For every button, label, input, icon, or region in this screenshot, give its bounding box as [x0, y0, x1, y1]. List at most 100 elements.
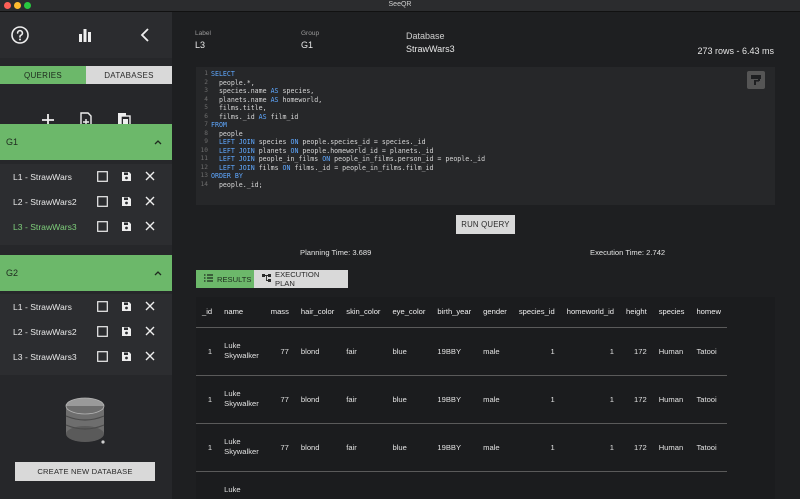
database-logo-icon	[64, 396, 108, 446]
save-icon[interactable]	[120, 325, 132, 337]
column-header[interactable]: mass	[264, 297, 295, 328]
table-row[interactable]: 1 Luke Skywalker 77 blond fair blue 19BBY male 1…	[196, 327, 727, 376]
save-icon[interactable]	[120, 220, 132, 232]
chart-icon[interactable]	[74, 24, 96, 46]
column-header[interactable]: height	[620, 297, 653, 328]
table-cell: 1	[560, 375, 620, 424]
table-row[interactable]: Luke	[196, 471, 727, 499]
sql-code[interactable]: SELECT people.*, species.name AS species…	[211, 70, 485, 189]
query-item[interactable]: L2 - StrawWars2	[0, 319, 172, 344]
code-line[interactable]: planets.name AS homeworld,	[211, 96, 485, 105]
database-value[interactable]: StrawWars3	[406, 44, 455, 54]
column-header[interactable]: species_id	[512, 297, 561, 328]
code-line[interactable]: ORDER BY	[211, 172, 485, 181]
table-cell: Human	[652, 375, 691, 424]
compare-checkbox[interactable]	[96, 325, 108, 337]
column-header[interactable]: eye_color	[386, 297, 432, 328]
label-field[interactable]: Label L3	[195, 30, 211, 50]
database-field[interactable]: Database StrawWars3	[406, 31, 455, 54]
chevron-up-icon[interactable]	[154, 268, 162, 278]
code-line[interactable]: films._id AS film_id	[211, 113, 485, 122]
tab-results[interactable]: RESULTS	[196, 270, 254, 288]
code-line[interactable]: films.title,	[211, 104, 485, 113]
table-cell	[386, 471, 432, 499]
table-header-row: _id name mass hair_color skin_color eye_color…	[196, 297, 727, 328]
delete-icon[interactable]	[144, 170, 156, 182]
sidebar-tabs: QUERIES DATABASES	[0, 66, 172, 84]
line-number: 11	[200, 155, 208, 162]
delete-icon[interactable]	[144, 325, 156, 337]
query-item[interactable]: L2 - StrawWars2	[0, 189, 172, 214]
column-header[interactable]: species	[652, 297, 691, 328]
create-database-button[interactable]: CREATE NEW DATABASE	[15, 462, 155, 481]
group-body-g1: L1 - StrawWars L2 - StrawWars2 L3 - Stra…	[0, 164, 172, 245]
code-line[interactable]: species.name AS species,	[211, 87, 485, 96]
code-line[interactable]: LEFT JOIN species ON people.species_id =…	[211, 138, 485, 147]
line-number: 1	[204, 70, 208, 77]
delete-icon[interactable]	[144, 350, 156, 362]
delete-icon[interactable]	[144, 220, 156, 232]
help-icon[interactable]	[9, 24, 31, 46]
table-cell: blond	[294, 327, 341, 376]
table-cell: Luke	[218, 471, 265, 499]
compare-checkbox[interactable]	[96, 300, 108, 312]
delete-icon[interactable]	[144, 300, 156, 312]
code-line[interactable]: LEFT JOIN planets ON people.homeworld_id…	[211, 147, 485, 156]
table-row[interactable]: 1 Luke Skywalker 77 blond fair blue 19BBY male 1…	[196, 423, 727, 472]
save-icon[interactable]	[120, 300, 132, 312]
table-cell: Luke Skywalker	[218, 327, 265, 376]
column-header[interactable]: gender	[477, 297, 513, 328]
column-header[interactable]: skin_color	[340, 297, 387, 328]
title-bar: SeeQR	[0, 0, 800, 12]
tab-queries[interactable]: QUERIES	[0, 66, 86, 84]
table-cell	[690, 471, 727, 499]
table-row[interactable]: 1 Luke Skywalker 77 blond fair blue 19BBY male 1…	[196, 375, 727, 424]
group-value[interactable]: G1	[301, 40, 319, 50]
delete-icon[interactable]	[144, 195, 156, 207]
table-cell: 77	[264, 327, 295, 376]
run-query-button[interactable]: RUN QUERY	[456, 215, 515, 234]
label-value[interactable]: L3	[195, 40, 211, 50]
collapse-sidebar-icon[interactable]	[134, 24, 156, 46]
code-line[interactable]: people	[211, 130, 485, 139]
tab-label: EXECUTION PLAN	[275, 270, 320, 288]
sidebar-toolbar	[0, 12, 172, 58]
compare-checkbox[interactable]	[96, 220, 108, 232]
code-line[interactable]: SELECT	[211, 70, 485, 79]
code-line[interactable]: LEFT JOIN films ON films._id = people_in…	[211, 164, 485, 173]
query-item-active[interactable]: L3 - StrawWars3	[0, 214, 172, 239]
code-line[interactable]: LEFT JOIN people_in_films ON people_in_f…	[211, 155, 485, 164]
column-header[interactable]: hair_color	[294, 297, 341, 328]
table-cell	[560, 471, 620, 499]
chevron-up-icon[interactable]	[154, 137, 162, 147]
table-cell: fair	[340, 327, 387, 376]
results-table[interactable]: _id name mass hair_color skin_color eye_color…	[196, 297, 775, 499]
group-field[interactable]: Group G1	[301, 30, 319, 50]
format-sql-icon[interactable]	[747, 71, 765, 89]
query-item[interactable]: L1 - StrawWars	[0, 294, 172, 319]
save-icon[interactable]	[120, 195, 132, 207]
tab-databases[interactable]: DATABASES	[86, 66, 172, 84]
code-line[interactable]: FROM	[211, 121, 485, 130]
column-header[interactable]: name	[218, 297, 265, 328]
column-header[interactable]: birth_year	[431, 297, 478, 328]
query-item[interactable]: L1 - StrawWars	[0, 164, 172, 189]
column-header[interactable]: homeworld_id	[560, 297, 620, 328]
compare-checkbox[interactable]	[96, 350, 108, 362]
column-header[interactable]: _id	[196, 297, 219, 328]
code-line[interactable]: people.*,	[211, 79, 485, 88]
group-header-g1[interactable]: G1	[0, 124, 172, 160]
save-icon[interactable]	[120, 350, 132, 362]
compare-checkbox[interactable]	[96, 170, 108, 182]
code-line[interactable]: people._id;	[211, 181, 485, 190]
compare-checkbox[interactable]	[96, 195, 108, 207]
table-cell: 19BBY	[431, 327, 478, 376]
column-header[interactable]: homew	[690, 297, 727, 328]
table-cell: 1	[560, 423, 620, 472]
sql-editor[interactable]: 1 2 3 4 5 6 7 8 9 10 11 12 13 14 SELECT people.*, spe…	[196, 67, 775, 205]
group-header-g2[interactable]: G2	[0, 255, 172, 291]
query-item[interactable]: L3 - StrawWars3	[0, 344, 172, 369]
save-icon[interactable]	[120, 170, 132, 182]
tab-execution-plan[interactable]: EXECUTION PLAN	[254, 270, 348, 288]
table-cell: 1	[196, 375, 219, 424]
